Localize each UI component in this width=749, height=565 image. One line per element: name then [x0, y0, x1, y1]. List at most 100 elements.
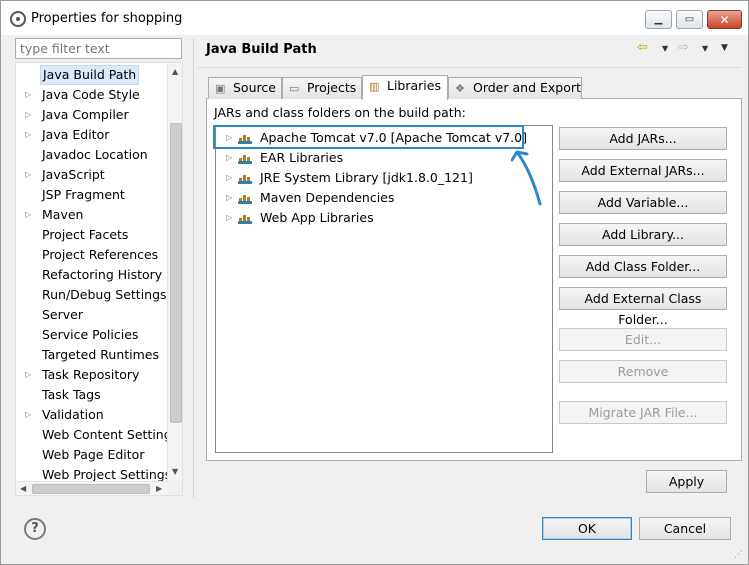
expand-arrow-icon[interactable]: ▷: [25, 125, 31, 145]
forward-arrow-icon[interactable]: ⇨: [678, 40, 689, 55]
add-variable-button[interactable]: Add Variable...: [559, 191, 727, 214]
tree-item[interactable]: Run/Debug Settings: [16, 285, 167, 305]
tree-item[interactable]: ▷ JavaScript: [16, 165, 166, 185]
tab-source[interactable]: ▣ Source: [208, 77, 282, 99]
tree-item-label: Java Compiler: [42, 107, 129, 122]
forward-dropdown-icon[interactable]: ▼: [702, 44, 708, 53]
ok-button[interactable]: OK: [542, 517, 632, 540]
tree-item-label: Project References: [42, 247, 159, 262]
scroll-down-icon[interactable]: ▼: [172, 467, 178, 476]
tree-item-label: Run/Debug Settings: [42, 287, 167, 302]
back-dropdown-icon[interactable]: ▼: [662, 44, 668, 53]
scrollbar-corner: [167, 481, 182, 495]
properties-dialog: Properties for shopping ▁ ▭ ✕ Java Build…: [0, 0, 749, 565]
property-pages-tree: Java Build Path ▷ Java Code Style ▷ Java Com…: [15, 62, 183, 496]
scroll-thumb-horizontal[interactable]: [32, 484, 150, 494]
remove-button[interactable]: Remove: [559, 360, 727, 383]
expand-arrow-icon[interactable]: ▷: [25, 405, 31, 425]
expand-arrow-icon[interactable]: ▷: [25, 365, 31, 385]
tab-label: Order and Export: [472, 80, 581, 95]
library-entry[interactable]: ▷ Maven Dependencies: [216, 188, 546, 208]
maximize-button[interactable]: ▭: [676, 10, 703, 29]
minimize-icon: ▁: [654, 14, 663, 25]
tree-item[interactable]: ▷ Java Code Style: [16, 85, 166, 105]
scroll-right-icon[interactable]: ▶: [156, 484, 162, 493]
close-icon: ✕: [719, 12, 730, 27]
pane-splitter[interactable]: [193, 38, 194, 498]
add-external-class-folder-button[interactable]: Add External Class Folder...: [559, 287, 727, 327]
tree-item-label: Web Content Settings: [42, 427, 179, 442]
library-entry[interactable]: ▷ EAR Libraries: [216, 148, 546, 168]
tree-item[interactable]: Web Page Editor: [16, 445, 166, 465]
add-external-jars-button[interactable]: Add External JARs...: [559, 159, 727, 182]
filter-input[interactable]: [15, 38, 182, 59]
expand-arrow-icon[interactable]: ▷: [226, 148, 232, 168]
tree-item[interactable]: ▷ Java Compiler: [16, 105, 166, 125]
expand-arrow-icon[interactable]: ▷: [226, 168, 232, 188]
tree-item[interactable]: ▷ Task Repository: [16, 365, 166, 385]
library-entry[interactable]: ▷ JRE System Library [jdk1.8.0_121]: [216, 168, 546, 188]
tree-item[interactable]: ▷ Maven: [16, 205, 166, 225]
window-title: Properties for shopping: [31, 11, 183, 26]
help-icon[interactable]: ?: [24, 518, 46, 540]
scroll-thumb[interactable]: [170, 123, 182, 423]
tree-item-label: Validation: [42, 407, 104, 422]
edit-button[interactable]: Edit...: [559, 328, 727, 351]
tree-item-label: Java Editor: [42, 127, 110, 142]
expand-arrow-icon[interactable]: ▷: [25, 165, 31, 185]
expand-arrow-icon[interactable]: ▷: [25, 105, 31, 125]
tree-item[interactable]: Project References: [16, 245, 166, 265]
library-entry[interactable]: ▷ Web App Libraries: [216, 208, 546, 228]
tab-order-and-export[interactable]: ❖ Order and Export: [448, 77, 582, 99]
tree-item[interactable]: ▷ Java Editor: [16, 125, 166, 145]
tree-item[interactable]: Project Facets: [16, 225, 166, 245]
projects-folder-icon: ▭: [289, 82, 300, 95]
scroll-left-icon[interactable]: ◀: [20, 484, 26, 493]
expand-arrow-icon[interactable]: ▷: [25, 85, 31, 105]
expand-arrow-icon[interactable]: ▷: [226, 208, 232, 228]
view-menu-icon[interactable]: ▼: [721, 43, 728, 53]
library-label: Maven Dependencies: [260, 190, 395, 205]
tree-item[interactable]: Refactoring History: [16, 265, 166, 285]
tree-vertical-scrollbar[interactable]: ▲ ▼: [167, 63, 182, 481]
apply-button[interactable]: Apply: [646, 470, 727, 493]
close-button[interactable]: ✕: [707, 10, 742, 29]
tree-item[interactable]: Server: [16, 305, 166, 325]
add-jars-button[interactable]: Add JARs...: [559, 127, 727, 150]
title-bar[interactable]: Properties for shopping ▁ ▭ ✕: [1, 1, 748, 35]
tree-item[interactable]: Targeted Runtimes: [16, 345, 166, 365]
tree-item-label: Server: [42, 307, 83, 322]
header-divider: [197, 67, 742, 68]
libraries-list: ▷ Apache Tomcat v7.0 [Apache Tomcat v7.0]…: [215, 125, 553, 453]
tree-item-label: Task Repository: [42, 367, 140, 382]
tree-item[interactable]: JSP Fragment: [16, 185, 166, 205]
tree-item[interactable]: Java Build Path: [16, 65, 166, 85]
tree-item-label: Project Facets: [42, 227, 129, 242]
tree-item-label: Targeted Runtimes: [42, 347, 159, 362]
expand-arrow-icon[interactable]: ▷: [25, 205, 31, 225]
library-label: EAR Libraries: [260, 150, 344, 165]
tab-libraries[interactable]: ▥ Libraries: [362, 75, 448, 100]
tree-item[interactable]: Service Policies: [16, 325, 166, 345]
add-library-button[interactable]: Add Library...: [559, 223, 727, 246]
tree-item[interactable]: Javadoc Location: [16, 145, 166, 165]
resize-grip-icon[interactable]: ⋰: [734, 550, 743, 560]
library-icon: [238, 173, 252, 184]
tree-item-label: Maven: [42, 207, 84, 222]
expand-arrow-icon[interactable]: ▷: [226, 188, 232, 208]
tree-horizontal-scrollbar[interactable]: ◀ ▶: [16, 481, 167, 495]
back-arrow-icon[interactable]: ⇦: [637, 40, 648, 55]
tree-item[interactable]: ▷ Validation: [16, 405, 166, 425]
tree-item[interactable]: Web Content Settings: [16, 425, 178, 445]
tab-projects[interactable]: ▭ Projects: [282, 77, 362, 99]
scroll-up-icon[interactable]: ▲: [172, 67, 178, 76]
highlight-annotation: [213, 125, 524, 149]
add-class-folder-button[interactable]: Add Class Folder...: [559, 255, 727, 278]
minimize-button[interactable]: ▁: [645, 10, 672, 29]
tab-label: Libraries: [386, 78, 441, 93]
migrate-jar-file-button[interactable]: Migrate JAR File...: [559, 401, 727, 424]
source-folder-icon: ▣: [215, 82, 226, 95]
tree-item-label: Web Page Editor: [42, 447, 145, 462]
tree-item[interactable]: Task Tags: [16, 385, 166, 405]
cancel-button[interactable]: Cancel: [639, 517, 731, 540]
